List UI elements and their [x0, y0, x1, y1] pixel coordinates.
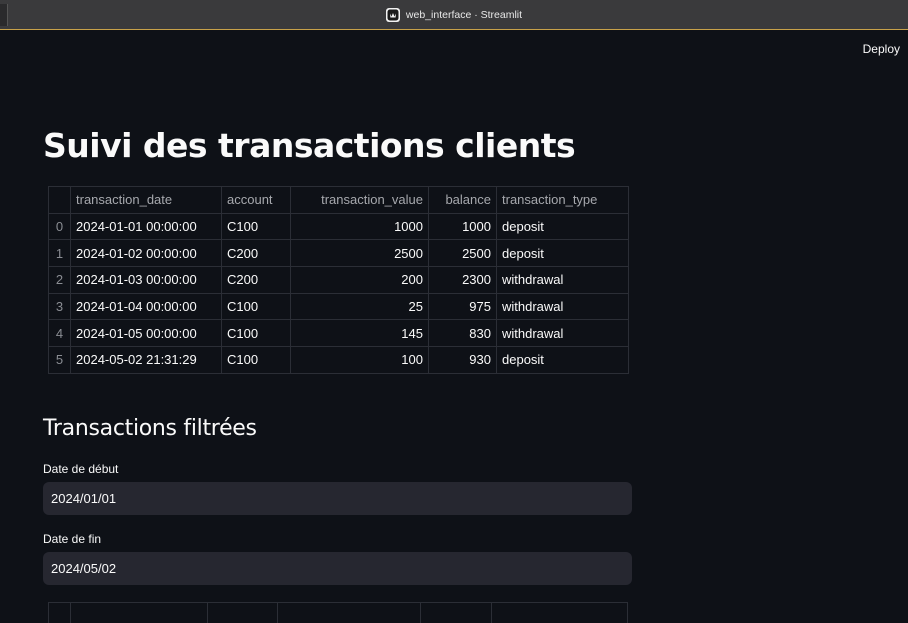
table-gridline: [70, 603, 71, 623]
table-gridline: [627, 603, 628, 623]
cell-transaction-type[interactable]: withdrawal: [496, 266, 629, 294]
window-title-group: web_interface · Streamlit: [0, 0, 908, 30]
cell-transaction-date[interactable]: 2024-05-02 21:31:29: [70, 346, 222, 374]
column-header-transaction-value[interactable]: transaction_value: [290, 186, 429, 214]
cell-balance[interactable]: 975: [428, 292, 497, 321]
cell-account[interactable]: C100: [221, 346, 291, 374]
cell-transaction-type[interactable]: deposit: [496, 239, 629, 268]
cell-transaction-value[interactable]: 25: [290, 292, 429, 321]
cell-transaction-date[interactable]: 2024-01-05 00:00:00: [70, 319, 222, 348]
row-index: 5: [48, 346, 71, 374]
cell-account[interactable]: C100: [221, 212, 291, 241]
deploy-button[interactable]: Deploy: [863, 42, 900, 56]
row-index: 2: [48, 266, 71, 294]
cell-balance[interactable]: 2500: [428, 239, 497, 268]
table-row: 2 2024-01-03 00:00:00 C200 200 2300 with…: [48, 266, 629, 294]
cell-transaction-value[interactable]: 2500: [290, 239, 429, 268]
table-gridline: [420, 603, 421, 623]
table-row: 4 2024-01-05 00:00:00 C100 145 830 withd…: [48, 319, 629, 348]
table-row: 1 2024-01-02 00:00:00 C200 2500 2500 dep…: [48, 239, 629, 268]
cell-transaction-date[interactable]: 2024-01-03 00:00:00: [70, 266, 222, 294]
cell-account[interactable]: C100: [221, 319, 291, 348]
cell-transaction-value[interactable]: 145: [290, 319, 429, 348]
section-title-filtered: Transactions filtrées: [43, 416, 257, 441]
cell-transaction-type[interactable]: deposit: [496, 212, 629, 241]
cell-transaction-date[interactable]: 2024-01-02 00:00:00: [70, 239, 222, 268]
cell-balance[interactable]: 830: [428, 319, 497, 348]
cell-transaction-value[interactable]: 100: [290, 346, 429, 374]
column-header-account[interactable]: account: [221, 186, 291, 214]
cell-transaction-value[interactable]: 200: [290, 266, 429, 294]
row-index: 3: [48, 292, 71, 321]
cell-account[interactable]: C200: [221, 266, 291, 294]
cell-account[interactable]: C200: [221, 239, 291, 268]
table-gridline: [207, 603, 208, 623]
column-header-transaction-type[interactable]: transaction_type: [496, 186, 629, 214]
cell-transaction-type[interactable]: withdrawal: [496, 292, 629, 321]
table-gridline: [277, 603, 278, 623]
end-date-label: Date de fin: [43, 532, 102, 546]
table-row: 0 2024-01-01 00:00:00 C100 1000 1000 dep…: [48, 212, 629, 241]
filtered-transactions-table[interactable]: [48, 602, 628, 623]
table-row: 3 2024-01-04 00:00:00 C100 25 975 withdr…: [48, 292, 629, 321]
table-row: 5 2024-05-02 21:31:29 C100 100 930 depos…: [48, 346, 629, 374]
cell-account[interactable]: C100: [221, 292, 291, 321]
cell-transaction-date[interactable]: 2024-01-04 00:00:00: [70, 292, 222, 321]
column-header-balance[interactable]: balance: [428, 186, 497, 214]
row-index: 4: [48, 319, 71, 348]
cell-balance[interactable]: 1000: [428, 212, 497, 241]
table-header-row: transaction_date account transaction_val…: [48, 186, 629, 214]
cell-transaction-type[interactable]: deposit: [496, 346, 629, 374]
transactions-table[interactable]: transaction_date account transaction_val…: [48, 186, 629, 374]
cell-balance[interactable]: 930: [428, 346, 497, 374]
start-date-label: Date de début: [43, 462, 119, 476]
end-date-input[interactable]: [43, 552, 632, 585]
cell-transaction-value[interactable]: 1000: [290, 212, 429, 241]
table-gridline: [48, 603, 49, 623]
cell-transaction-type[interactable]: withdrawal: [496, 319, 629, 348]
table-gridline: [491, 603, 492, 623]
row-index: 0: [48, 212, 71, 241]
streamlit-crown-icon: [385, 8, 400, 22]
column-header-index[interactable]: [48, 186, 71, 214]
row-index: 1: [48, 239, 71, 268]
cell-transaction-date[interactable]: 2024-01-01 00:00:00: [70, 212, 222, 241]
cell-balance[interactable]: 2300: [428, 266, 497, 294]
window-title-bar: web_interface · Streamlit: [0, 0, 908, 30]
page-title: Suivi des transactions clients: [43, 126, 576, 165]
column-header-transaction-date[interactable]: transaction_date: [70, 186, 222, 214]
window-title: web_interface · Streamlit: [405, 9, 523, 21]
start-date-input[interactable]: [43, 482, 632, 515]
